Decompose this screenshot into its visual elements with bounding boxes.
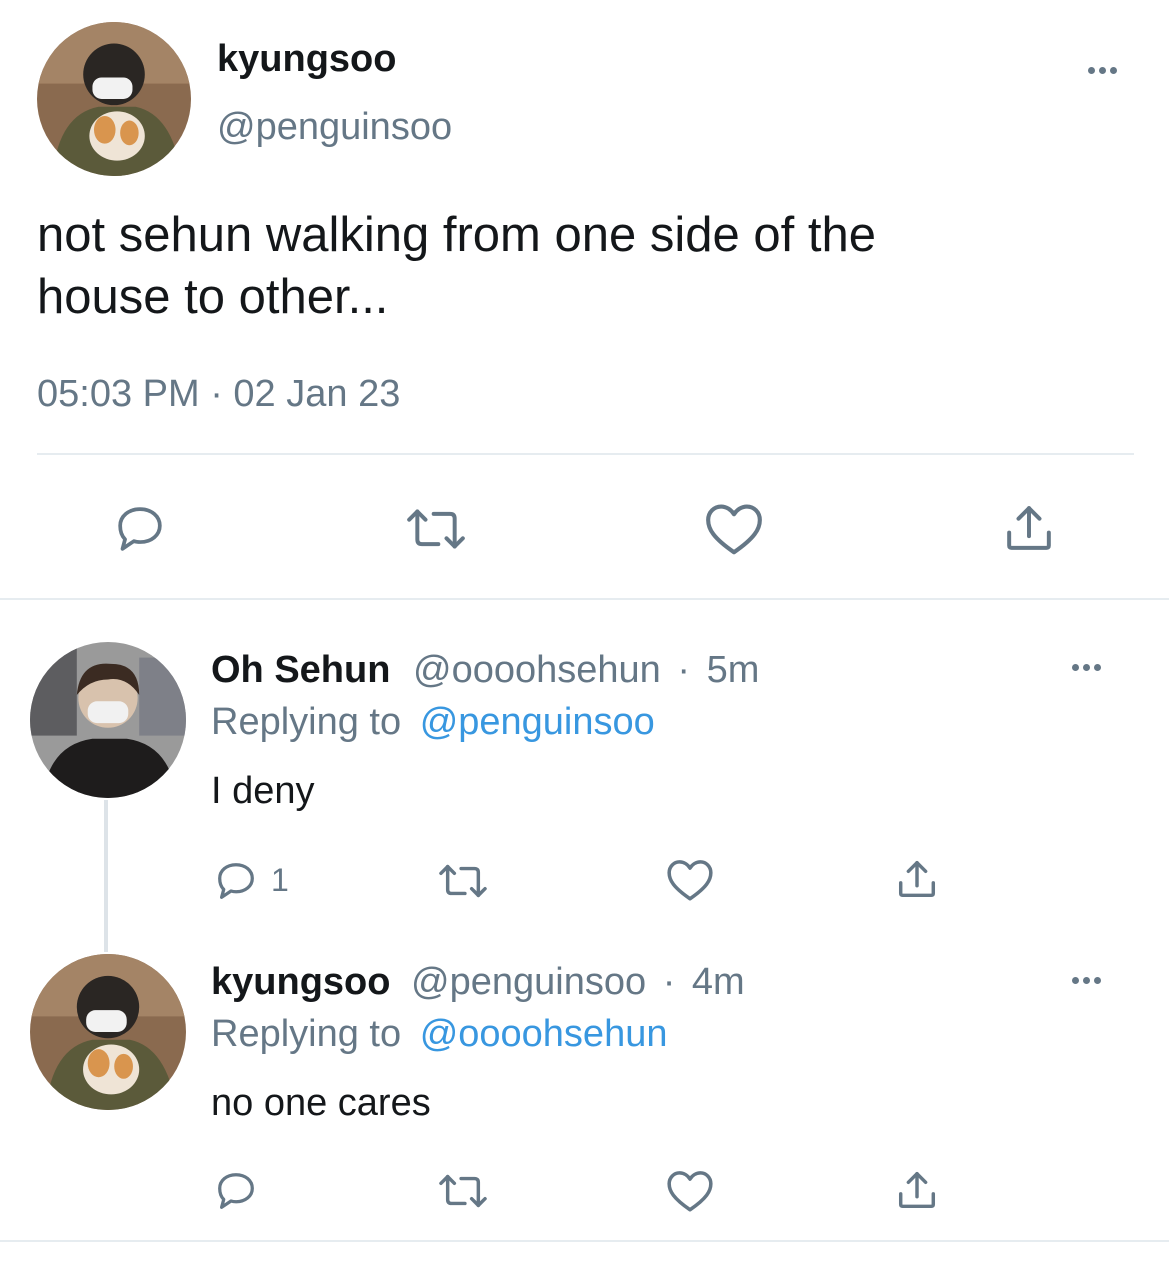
separator: · <box>662 961 676 1003</box>
reply-time[interactable]: 4m <box>692 961 745 1003</box>
more-options-icon[interactable] <box>1072 977 1101 984</box>
reply-text: no one cares <box>211 1082 431 1124</box>
reply-count: 1 <box>271 862 289 898</box>
user-photo-masked-icon <box>30 642 186 798</box>
replying-to-link[interactable]: @penguinsoo <box>420 701 655 743</box>
reply-icon[interactable] <box>112 501 168 557</box>
reply-text: I deny <box>211 770 315 812</box>
tweet-timestamp[interactable]: 05:03 PM · 02 Jan 23 <box>37 371 400 417</box>
thread-line <box>104 800 108 952</box>
retweet-icon[interactable] <box>403 501 469 557</box>
divider <box>0 1240 1169 1242</box>
reply-time[interactable]: 5m <box>707 649 760 691</box>
replying-to-link[interactable]: @oooohsehun <box>420 1013 668 1055</box>
avatar[interactable] <box>37 22 191 176</box>
share-icon[interactable] <box>894 856 940 902</box>
replying-to-line: Replying to @penguinsoo <box>211 700 655 744</box>
replying-to-label: Replying to <box>211 1013 402 1055</box>
more-options-icon[interactable] <box>1072 664 1101 671</box>
reply-header: kyungsoo @penguinsoo · 4m <box>211 960 745 1004</box>
user-handle[interactable]: @penguinsoo <box>411 961 646 1003</box>
heart-icon[interactable] <box>665 1167 715 1215</box>
divider <box>37 453 1134 455</box>
replying-to-line: Replying to @oooohsehun <box>211 1012 667 1056</box>
share-icon[interactable] <box>894 1167 940 1213</box>
separator: · <box>677 649 691 691</box>
heart-icon[interactable] <box>703 500 765 558</box>
display-name[interactable]: Oh Sehun <box>211 649 390 691</box>
more-options-icon[interactable] <box>1088 67 1117 74</box>
display-name[interactable]: kyungsoo <box>211 961 390 1003</box>
heart-icon[interactable] <box>665 856 715 904</box>
replying-to-label: Replying to <box>211 701 402 743</box>
user-photo-with-puppy-icon <box>37 22 191 176</box>
divider <box>0 598 1169 600</box>
user-handle[interactable]: @oooohsehun <box>413 649 661 691</box>
user-photo-with-puppy-icon <box>30 954 186 1110</box>
tweet-text-line-1: not sehun walking from one side of the <box>37 208 876 262</box>
reply-header: Oh Sehun @oooohsehun · 5m <box>211 648 759 692</box>
retweet-icon[interactable] <box>436 1168 490 1214</box>
user-handle[interactable]: @penguinsoo <box>217 104 452 150</box>
avatar[interactable] <box>30 642 186 798</box>
avatar[interactable] <box>30 954 186 1110</box>
display-name[interactable]: kyungsoo <box>217 36 396 82</box>
share-icon[interactable] <box>1001 500 1057 556</box>
tweet-text-line-2: house to other... <box>37 270 389 324</box>
reply-icon[interactable] <box>213 1168 259 1214</box>
retweet-icon[interactable] <box>436 858 490 904</box>
reply-icon[interactable] <box>213 858 259 904</box>
